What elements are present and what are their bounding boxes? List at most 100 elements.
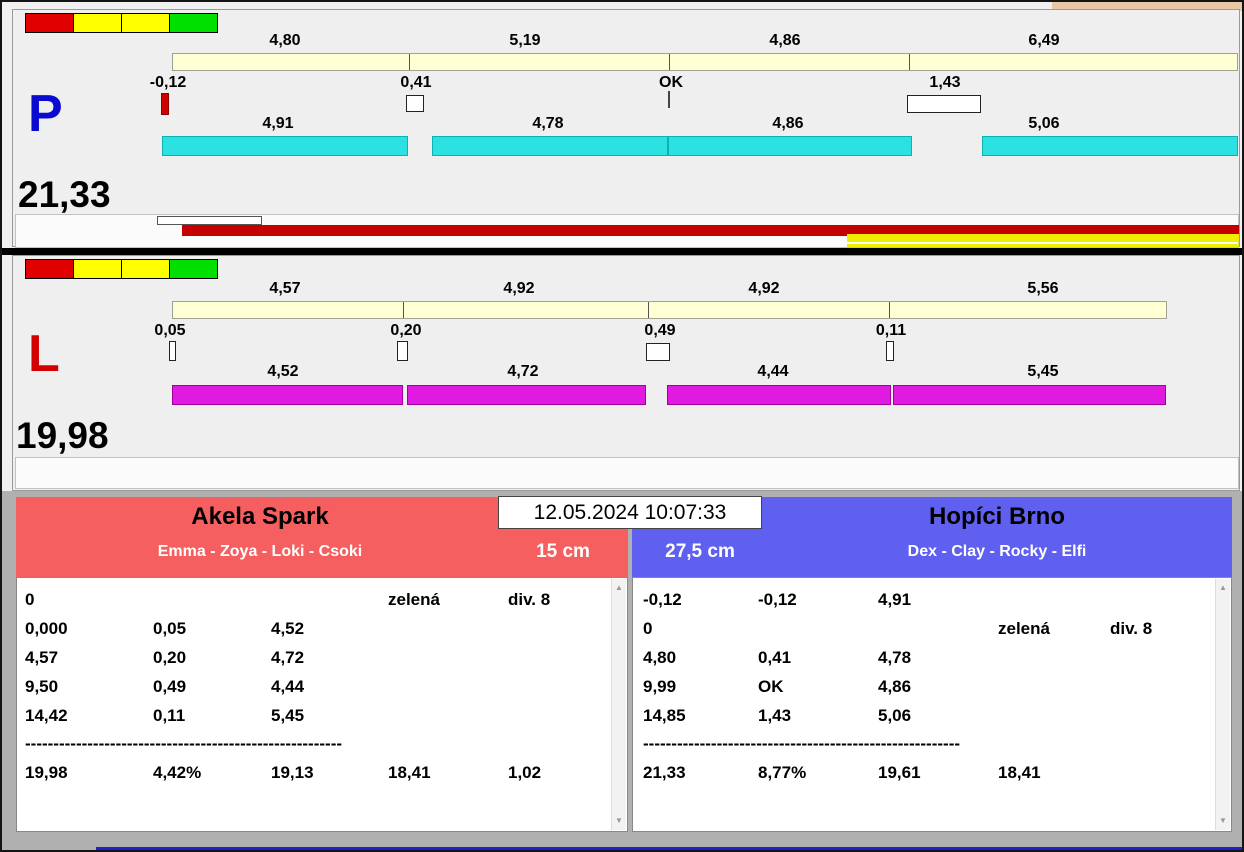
timestamp-box: 12.05.2024 10:07:33 <box>498 496 762 529</box>
table-cell: 21,33 <box>643 762 686 782</box>
lap-bar <box>982 136 1238 156</box>
table-body: -0,12 -0,12 4,91 0 zelená div. 8 4,80 0,… <box>633 578 1231 831</box>
progress-marker <box>157 216 262 225</box>
race-progress-track <box>15 457 1239 489</box>
split-progress-bar-l <box>172 301 1167 319</box>
table-cell: 4,80 <box>643 647 677 667</box>
split-progress-bar-p <box>172 53 1238 71</box>
results-table-left: 0 zelená div. 8 0,000 0,05 4,52 4,57 0,2… <box>16 577 628 832</box>
lap-bar <box>668 136 912 156</box>
scroll-down-icon[interactable]: ▼ <box>1216 814 1230 828</box>
table-cell: 14,85 <box>643 705 686 725</box>
table-cell: OK <box>758 676 784 696</box>
scroll-up-icon[interactable]: ▲ <box>612 581 626 595</box>
lap-bar <box>667 385 891 405</box>
separator-bar <box>2 248 1242 255</box>
scroll-down-icon[interactable]: ▼ <box>612 814 626 828</box>
table-cell: 1,43 <box>758 705 792 725</box>
table-scrollbar[interactable]: ▲ ▼ <box>1215 579 1230 830</box>
table-cell: 4,78 <box>878 647 912 667</box>
change-marker <box>646 343 670 361</box>
table-cell: 0,05 <box>153 618 187 638</box>
table-cell: -0,12 <box>643 589 682 609</box>
table-row: -0,12 -0,12 4,91 <box>643 585 1209 614</box>
lap-time-label: 4,52 <box>267 363 299 380</box>
team-dogs: Emma - Zoya - Loki - Csoki <box>157 543 363 560</box>
change-time-label: 0,11 <box>875 322 907 339</box>
table-cell: 4,91 <box>878 589 912 609</box>
progress-bar-yellow <box>847 234 1239 242</box>
lap-bar <box>893 385 1166 405</box>
jump-height-right: 27,5 cm <box>665 541 735 562</box>
table-cell: 4,72 <box>271 647 305 667</box>
lane-total: 21,33 <box>18 174 111 215</box>
split-time-label: 5,56 <box>1027 280 1059 297</box>
bar-divider <box>648 302 649 318</box>
table-cell: zelená <box>998 618 1050 638</box>
table-cell: 4,57 <box>25 647 59 667</box>
dashed-separator: ----------------------------------------… <box>25 730 605 758</box>
totals-row: 19,98 4,42% 19,13 18,41 1,02 <box>25 758 605 787</box>
lap-bar <box>172 385 403 405</box>
table-cell: 18,41 <box>998 762 1041 782</box>
table-cell: 19,61 <box>878 762 921 782</box>
traffic-light-indicator-p <box>25 13 218 33</box>
change-time-label: 0,20 <box>390 322 422 339</box>
change-time-label: 0,49 <box>644 322 676 339</box>
change-marker <box>169 341 176 361</box>
results-table-right: -0,12 -0,12 4,91 0 zelená div. 8 4,80 0,… <box>632 577 1232 832</box>
change-marker <box>161 93 169 115</box>
indicator-segment-yellow-1 <box>73 13 122 33</box>
split-time-label: 4,92 <box>748 280 780 297</box>
table-row: 0,000 0,05 4,52 <box>25 614 605 643</box>
dashed-separator: ----------------------------------------… <box>643 730 1209 758</box>
table-cell: 4,52 <box>271 618 305 638</box>
split-time-label: 5,19 <box>509 32 541 49</box>
table-row: 4,80 0,41 4,78 <box>643 643 1209 672</box>
bar-divider <box>909 54 910 70</box>
change-time-label: -0,12 <box>149 74 187 91</box>
split-time-label: 4,57 <box>269 280 301 297</box>
table-cell: 9,50 <box>25 676 59 696</box>
table-row: 0 zelená div. 8 <box>643 614 1209 643</box>
lane-total: 19,98 <box>16 415 109 456</box>
dashed-line: ----------------------------------------… <box>25 734 343 753</box>
table-row: 14,42 0,11 5,45 <box>25 701 605 730</box>
totals-row: 21,33 8,77% 19,61 18,41 <box>643 758 1209 787</box>
indicator-segment-yellow-1 <box>73 259 122 279</box>
table-row: 0 zelená div. 8 <box>25 585 605 614</box>
lane-letter: P <box>28 85 63 143</box>
bar-divider <box>889 302 890 318</box>
lap-time-label: 4,78 <box>532 115 564 132</box>
indicator-segment-yellow-2 <box>121 259 170 279</box>
lap-time-label: 4,44 <box>757 363 789 380</box>
table-cell: 0 <box>643 618 653 638</box>
split-time-label: 4,80 <box>269 32 301 49</box>
lap-time-label: 4,72 <box>507 363 539 380</box>
table-cell: 19,13 <box>271 762 314 782</box>
jump-height-left: 15 cm <box>536 541 590 562</box>
scroll-up-icon[interactable]: ▲ <box>1216 581 1230 595</box>
table-cell: 18,41 <box>388 762 431 782</box>
change-marker <box>886 341 894 361</box>
table-cell: 0,11 <box>153 705 186 725</box>
indicator-segment-red <box>25 259 74 279</box>
table-row: 9,50 0,49 4,44 <box>25 672 605 701</box>
table-cell: 9,99 <box>643 676 677 696</box>
indicator-segment-green <box>169 259 218 279</box>
lap-bar <box>407 385 646 405</box>
table-cell: 14,42 <box>25 705 68 725</box>
table-cell: 8,77% <box>758 762 807 782</box>
table-cell: 4,86 <box>878 676 912 696</box>
lap-time-label: 4,91 <box>262 115 294 132</box>
table-scrollbar[interactable]: ▲ ▼ <box>611 579 626 830</box>
team-name: Hopíci Brno <box>929 503 1065 530</box>
table-row: 4,57 0,20 4,72 <box>25 643 605 672</box>
indicator-segment-yellow-2 <box>121 13 170 33</box>
table-cell: 0,41 <box>758 647 792 667</box>
lap-time-label: 5,45 <box>1027 363 1059 380</box>
table-cell: div. 8 <box>1110 618 1153 638</box>
table-cell: 4,44 <box>271 676 305 696</box>
table-cell: 5,06 <box>878 705 912 725</box>
progress-bar-yellow <box>847 244 1239 247</box>
